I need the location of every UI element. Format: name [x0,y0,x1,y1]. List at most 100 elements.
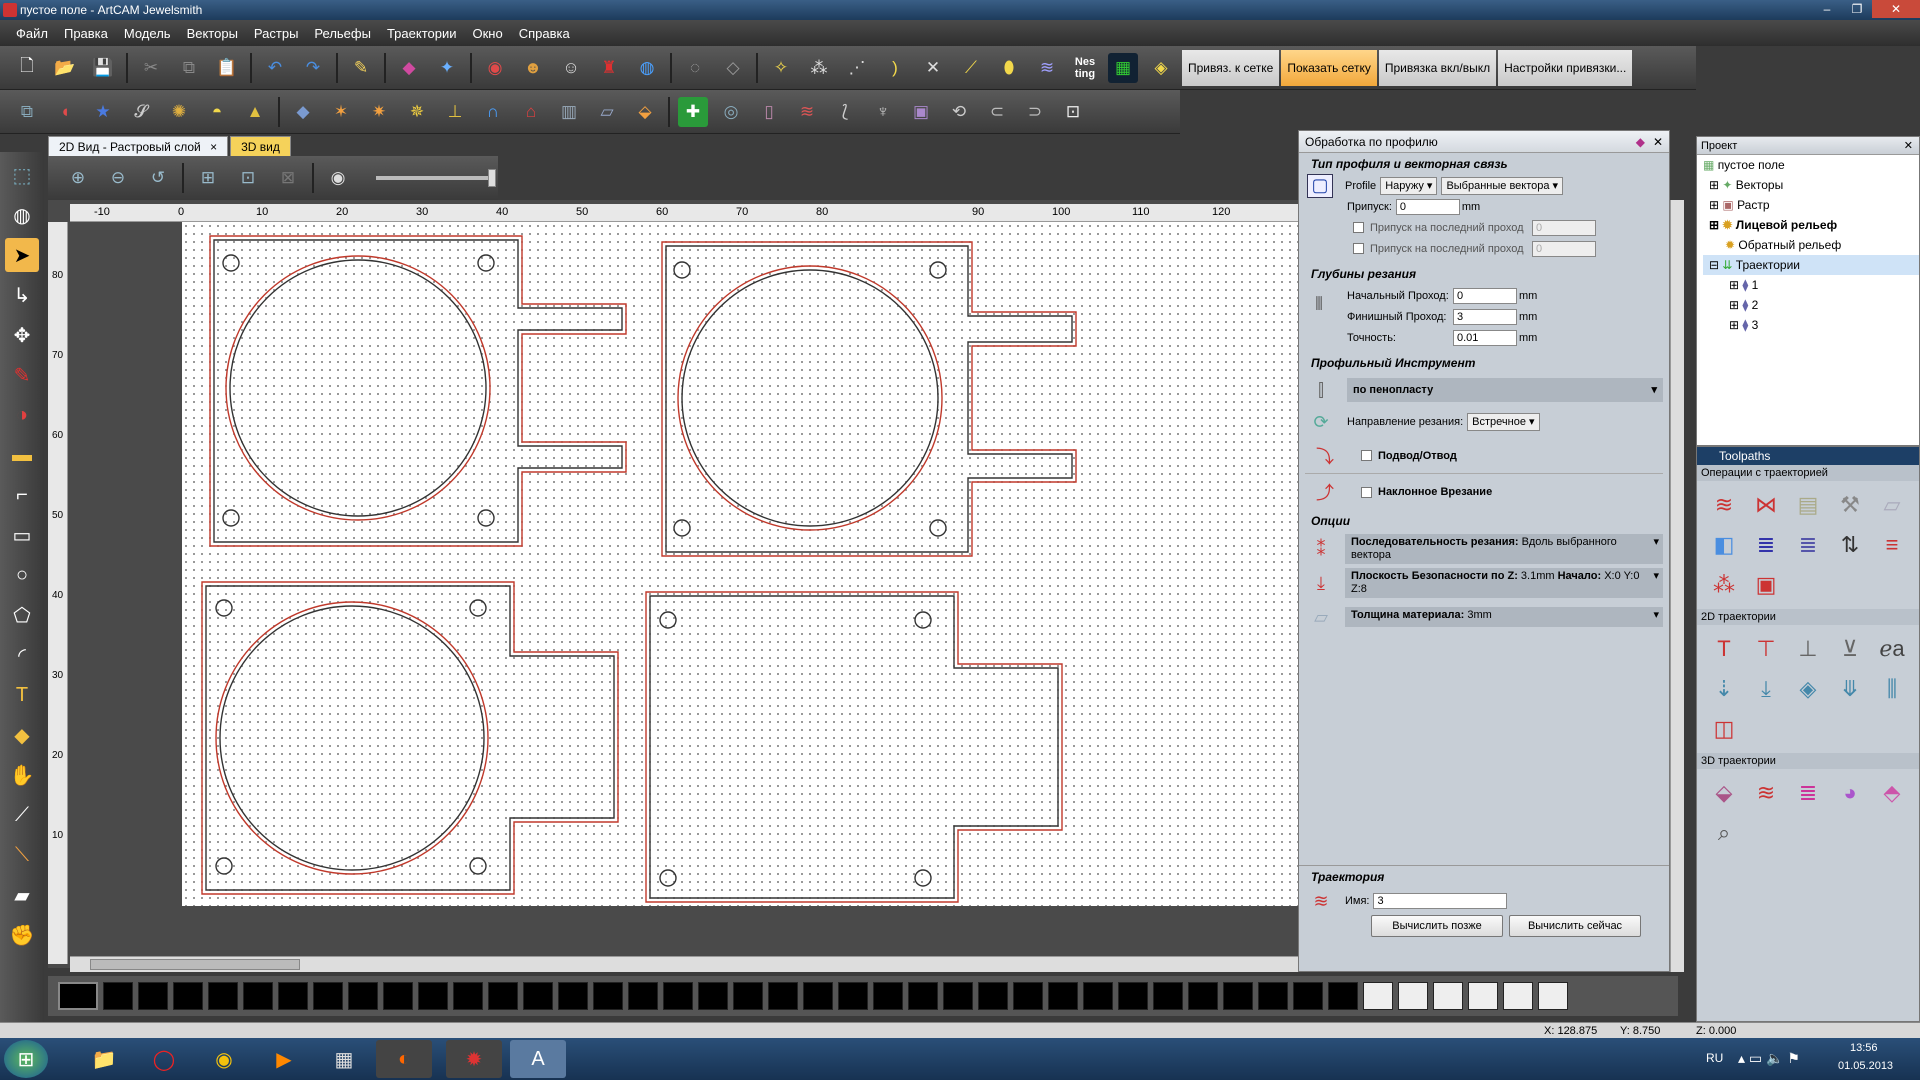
toolpath-stack-icon[interactable]: ≋ [1703,485,1745,525]
tool-select-bar[interactable]: по пенопласту ▾ [1347,378,1663,402]
menu-window[interactable]: Окно [464,26,510,41]
area-clearance-icon[interactable]: ⊤ [1745,629,1787,669]
toolpath-layers2-icon[interactable]: ≣ [1787,525,1829,565]
vector-plate-2[interactable] [661,241,1077,557]
tree-item-vectors[interactable]: ⊞ ✦ Векторы [1703,175,1919,195]
menu-toolpaths[interactable]: Траектории [379,26,465,41]
arc-icon[interactable]: ◜ [5,638,39,672]
show-grid-button[interactable]: Показать сетку [1281,49,1377,86]
paste-icon[interactable]: 📋 [212,53,242,83]
fluting-icon[interactable]: ⫼ [1871,669,1913,709]
z-level-icon[interactable]: ≋ [1745,773,1787,813]
knife-icon[interactable]: ⟋ [956,53,986,83]
color-swatch[interactable] [698,982,728,1010]
toolpath-merge-icon[interactable]: ⋈ [1745,485,1787,525]
knife-tool-icon[interactable]: ⟋ [5,798,39,832]
waterline-icon[interactable]: ⬘ [1871,773,1913,813]
figure2-icon[interactable]: ✷ [364,97,394,127]
color-swatch[interactable] [1048,982,1078,1010]
smart-engrave-icon[interactable]: ⤋ [1829,669,1871,709]
disabled-vector-icon[interactable]: ◌ [680,53,710,83]
figure-icon[interactable]: ✶ [326,97,356,127]
brush-icon[interactable]: ◑ [5,398,39,432]
celtic-knot-icon[interactable]: ✺ [164,97,194,127]
profile-machining-icon[interactable]: T [1703,629,1745,669]
terrain-icon[interactable]: ▲ [240,97,270,127]
color-swatch[interactable] [628,982,658,1010]
color-swatch[interactable] [1223,982,1253,1010]
toolpath-sheet-icon[interactable]: ▤ [1787,485,1829,525]
diamond-shape-icon[interactable]: ◆ [288,97,318,127]
rest-machining-icon[interactable]: ≣ [1787,773,1829,813]
wizard-icon[interactable]: ✦ [432,53,462,83]
lamp-icon[interactable]: ♜ [594,53,624,83]
pin-icon[interactable]: ◆ [1636,131,1645,153]
bear-icon[interactable]: ☻ [518,53,548,83]
menu-bitmaps[interactable]: Растры [246,26,307,41]
drawing-sheet[interactable] [182,222,1298,906]
edit-pencil-icon[interactable]: ✎ [346,53,376,83]
tree-item-toolpaths[interactable]: ⊟ ⇊ Траектории [1703,255,1919,275]
color-swatch[interactable] [523,982,553,1010]
disabled-shape-icon[interactable]: ◇ [718,53,748,83]
tab-2d-view[interactable]: 2D Вид - Растровый слой × [48,136,229,156]
artcam-taskbar-icon[interactable]: A [510,1040,566,1078]
band-icon[interactable]: ▯ [754,97,784,127]
calculate-later-button[interactable]: Вычислить позже [1371,915,1503,937]
add-green-icon[interactable]: ✚ [678,96,708,127]
eraser-icon[interactable]: ◆ [394,53,424,83]
text-icon[interactable]: T [5,678,39,712]
ascii-grid-icon[interactable]: ▦ [1108,52,1138,83]
color-swatch[interactable] [453,982,483,1010]
fill-icon[interactable]: ▬ [5,438,39,472]
toolpath-name-input[interactable]: 3 [1373,893,1508,909]
color-swatch[interactable] [208,982,238,1010]
color-swatch[interactable] [873,982,903,1010]
start-pass-input[interactable]: 0 [1453,287,1517,304]
globe-icon[interactable]: ◍ [632,53,662,83]
start-button[interactable]: ⊞ [4,1040,48,1078]
chrome-taskbar-icon[interactable]: ◉ [196,1040,252,1078]
tree-item-toolpath-2[interactable]: ⊞ ⧫ 2 [1703,295,1919,315]
color-swatch[interactable] [978,982,1008,1010]
polyline-icon[interactable]: ⌐ [5,478,39,512]
lead-inout-checkbox[interactable] [1361,450,1372,461]
opera-taskbar-icon[interactable]: ◯ [136,1040,192,1078]
drilling-icon[interactable]: ⊥ [1787,629,1829,669]
direction-dropdown[interactable]: Встречное ▾ [1467,413,1540,431]
tree-item-toolpath-3[interactable]: ⊞ ⧫ 3 [1703,315,1919,335]
toolpath-tool-icon[interactable]: ⚒ [1829,485,1871,525]
layers-icon[interactable]: ≋ [1032,53,1062,83]
calculate-now-button[interactable]: Вычислить сейчас [1509,915,1641,937]
scroll-thumb[interactable] [90,959,300,970]
color-swatch[interactable] [1468,982,1498,1010]
color-swatch[interactable] [943,982,973,1010]
color-swatch[interactable] [418,982,448,1010]
weave-icon[interactable]: ≋ [792,97,822,127]
color-swatch[interactable] [1293,982,1323,1010]
menu-help[interactable]: Справка [511,26,578,41]
clock-date[interactable]: 01.05.2013 [1838,1060,1893,1072]
color-swatch[interactable] [593,982,623,1010]
star-node-icon[interactable]: ✧ [766,53,796,83]
v-bit-carving-icon[interactable]: ⊻ [1829,629,1871,669]
color-swatch[interactable] [488,982,518,1010]
paint-icon[interactable]: ◖ [50,97,80,127]
color-swatch[interactable] [1398,982,1428,1010]
open-folder-icon[interactable]: 📂 [50,53,80,83]
toolpath-layers-icon[interactable]: ≣ [1745,525,1787,565]
close-window-button[interactable]: ✕ [1872,0,1920,18]
transform-icon[interactable]: ✥ [5,318,39,352]
color-swatch[interactable] [348,982,378,1010]
last-pass-input-2[interactable]: 0 [1532,240,1596,257]
zoom-window-icon[interactable]: ⬚ [5,158,39,192]
rotate-shape-icon[interactable]: ⟲ [944,97,974,127]
color-swatch[interactable] [1363,982,1393,1010]
toolpath-transform-icon[interactable]: ⇅ [1829,525,1871,565]
color-swatch[interactable] [733,982,763,1010]
feature-machining-icon[interactable]: ◫ [1703,709,1745,749]
color-swatch[interactable] [1433,982,1463,1010]
clock-time[interactable]: 13:56 [1850,1042,1878,1054]
expand-icon[interactable]: ▾ [1651,380,1657,400]
node-link-icon[interactable]: ⋰ [842,53,872,83]
